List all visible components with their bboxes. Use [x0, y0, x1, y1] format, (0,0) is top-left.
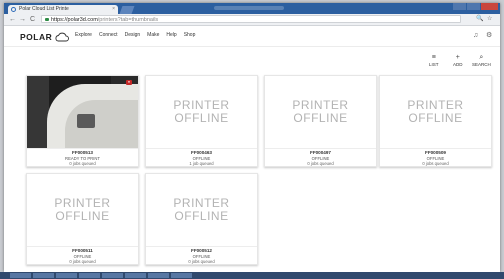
close-window-button[interactable]	[481, 3, 498, 10]
printer-thumbnail[interactable]: PRINTER OFFLINE	[380, 76, 491, 148]
browser-tab[interactable]: Polar Cloud List Printe ×	[8, 5, 118, 14]
window-controls	[453, 3, 498, 11]
nav-design[interactable]: Design	[125, 32, 141, 38]
printer-card[interactable]: PRINTER OFFLINE FF000497 OFFLINE 0 jobs …	[264, 75, 377, 167]
offline-label-line2: OFFLINE	[174, 209, 229, 223]
address-bar: ← → C https://polar3d.com/printers?tab=t…	[4, 14, 500, 26]
nav-explore[interactable]: Explore	[75, 32, 92, 38]
taskbar-item[interactable]	[148, 273, 169, 278]
taskbar-item[interactable]	[56, 273, 77, 278]
printer-card[interactable]: PRINTER OFFLINE FF000509 OFFLINE 0 jobs …	[379, 75, 492, 167]
offline-label-line2: OFFLINE	[293, 111, 348, 125]
tab-close-icon[interactable]: ×	[112, 5, 115, 14]
printer-info: FF000511 OFFLINE 0 jobs queued	[27, 246, 138, 267]
list-label: LIST	[429, 62, 439, 67]
printer-info: FF000512 OFFLINE 0 jobs queued	[146, 246, 257, 267]
tab-title: Polar Cloud List Printe	[19, 6, 69, 12]
logo-text: POLAR	[20, 31, 53, 42]
add-label: ADD	[453, 62, 463, 67]
printer-info: FF000497 OFFLINE 0 jobs queued	[265, 148, 376, 169]
new-tab-button[interactable]	[119, 6, 135, 14]
printer-jobs: 0 jobs queued	[307, 160, 334, 166]
cloud-logo-icon	[55, 32, 70, 41]
list-button[interactable]: ≡ LIST	[429, 54, 439, 67]
printer-jobs: 1 job queued	[189, 160, 214, 166]
app-header: POLAR Explore Connect Design Make Help S…	[4, 26, 500, 47]
nav-shop[interactable]: Shop	[184, 32, 196, 38]
printer-card[interactable]: PRINTER OFFLINE FF000511 OFFLINE 0 jobs …	[26, 173, 139, 265]
maximize-button[interactable]	[467, 3, 480, 10]
printer-jobs: 0 jobs queued	[69, 160, 96, 166]
main-nav: Explore Connect Design Make Help Shop	[75, 32, 195, 38]
printer-thumbnail[interactable]: ●	[27, 76, 138, 148]
offline-label-line2: OFFLINE	[408, 111, 463, 125]
zoom-icon[interactable]: 🔍	[476, 15, 483, 24]
bookmark-star-icon[interactable]: ☆	[487, 15, 492, 24]
browser-window: Polar Cloud List Printe × ← → C https://…	[4, 3, 500, 272]
printer-card[interactable]: ● FF000513 READY TO PRINT 0 jobs queued	[26, 75, 139, 167]
url-path: /printers?tab=thumbnails	[97, 17, 159, 23]
search-button[interactable]: ⌕ SEARCH	[472, 54, 491, 67]
printer-jobs: 0 jobs queued	[188, 258, 215, 264]
polar-favicon-icon	[11, 7, 16, 12]
taskbar-item[interactable]	[10, 273, 31, 278]
printer-info: FF000463 OFFLINE 1 job queued	[146, 148, 257, 169]
url-host: https://polar3d.com	[51, 17, 98, 23]
printer-info: FF000509 OFFLINE 0 jobs queued	[380, 148, 491, 169]
add-icon: +	[455, 54, 460, 61]
forward-icon[interactable]: →	[19, 15, 26, 24]
reload-icon[interactable]: C	[30, 15, 35, 24]
printer-card[interactable]: PRINTER OFFLINE FF000512 OFFLINE 0 jobs …	[145, 173, 258, 265]
add-button[interactable]: + ADD	[453, 54, 463, 67]
taskbar-item[interactable]	[102, 273, 123, 278]
os-taskbar	[0, 272, 504, 279]
browser-titlebar: Polar Cloud List Printe ×	[4, 3, 500, 14]
printer-thumbnail[interactable]: PRINTER OFFLINE	[146, 174, 257, 246]
offline-label-line2: OFFLINE	[55, 209, 110, 223]
back-icon[interactable]: ←	[9, 15, 16, 24]
lock-icon	[45, 18, 49, 21]
search-label: SEARCH	[472, 62, 491, 67]
taskbar-item[interactable]	[171, 273, 192, 278]
search-icon: ⌕	[479, 54, 484, 61]
url-input[interactable]: https://polar3d.com/printers?tab=thumbna…	[41, 15, 461, 23]
camera-snapshot: ●	[27, 76, 138, 148]
printer-jobs: 0 jobs queued	[69, 258, 96, 264]
printer-jobs: 0 jobs queued	[422, 160, 449, 166]
taskbar-item[interactable]	[125, 273, 146, 278]
nav-connect[interactable]: Connect	[99, 32, 118, 38]
polar-logo[interactable]: POLAR	[20, 31, 70, 42]
blurred-window-title	[214, 6, 284, 10]
live-camera-icon: ●	[125, 80, 132, 85]
taskbar-item[interactable]	[79, 273, 100, 278]
printer-thumbnail[interactable]: PRINTER OFFLINE	[27, 174, 138, 246]
notifications-icon[interactable]: ♫	[473, 32, 478, 40]
taskbar-item[interactable]	[33, 273, 54, 278]
offline-label-line2: OFFLINE	[174, 111, 229, 125]
list-icon: ≡	[431, 54, 436, 61]
nav-help[interactable]: Help	[166, 32, 176, 38]
settings-icon[interactable]: ⚙	[486, 32, 492, 40]
printer-info: FF000513 READY TO PRINT 0 jobs queued	[27, 148, 138, 169]
printer-thumbnail[interactable]: PRINTER OFFLINE	[146, 76, 257, 148]
minimize-button[interactable]	[453, 3, 466, 10]
printer-card[interactable]: PRINTER OFFLINE FF000463 OFFLINE 1 job q…	[145, 75, 258, 167]
printer-grid: ● FF000513 READY TO PRINT 0 jobs queued …	[26, 75, 498, 272]
nav-make[interactable]: Make	[147, 32, 159, 38]
printer-thumbnail[interactable]: PRINTER OFFLINE	[265, 76, 376, 148]
